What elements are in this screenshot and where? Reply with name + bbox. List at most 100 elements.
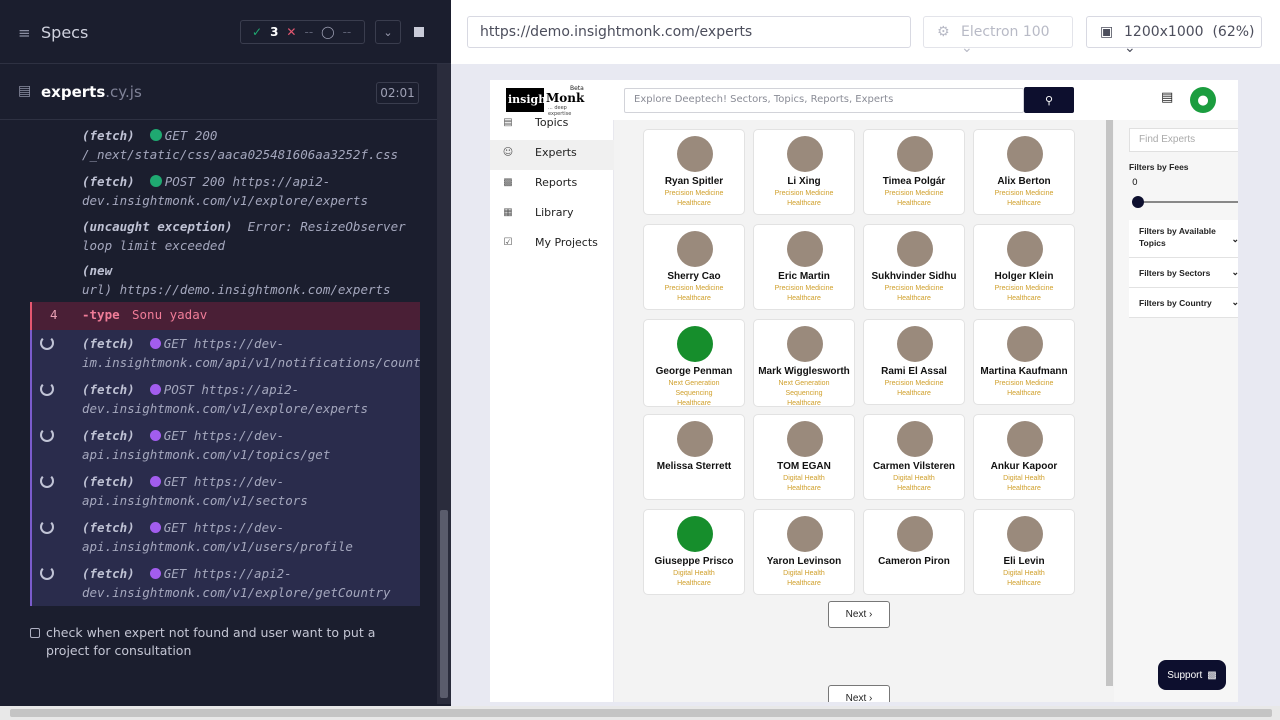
expert-avatar — [787, 516, 823, 552]
specs-title[interactable]: Specs — [41, 23, 88, 42]
expert-card[interactable]: Holger Klein Precision Medicine Healthcare — [973, 224, 1075, 310]
expert-tag: Healthcare — [677, 200, 711, 207]
next-page-button[interactable]: Next › — [828, 685, 890, 702]
command-log-scrollbar[interactable] — [437, 64, 451, 704]
sidebar-item-library[interactable]: ▦ Library — [490, 200, 614, 230]
expert-tag: Healthcare — [677, 400, 711, 407]
find-experts-input[interactable]: Find Experts — [1129, 128, 1238, 152]
stop-icon[interactable] — [406, 20, 432, 44]
expert-card[interactable]: Sukhvinder Sidhu Precision Medicine Health… — [863, 224, 965, 310]
expert-tag: Digital Health — [783, 475, 825, 482]
chevron-down-icon[interactable]: ⌄ — [375, 20, 401, 44]
url-bar[interactable]: https://demo.insightmonk.com/experts — [467, 16, 911, 48]
loading-spinner-icon — [40, 566, 54, 580]
expert-tags: Digital Health Healthcare — [644, 569, 744, 589]
sidebar-item-topics[interactable]: ▤ Topics — [490, 110, 614, 140]
log-entry[interactable]: (fetch) POST 200 https://api2- dev.insigh… — [82, 172, 422, 210]
expert-card[interactable]: Li Xing Precision Medicine Healthcare — [753, 129, 855, 215]
sidebar-item-my-projects[interactable]: ☑ My Projects — [490, 230, 614, 260]
expert-card[interactable]: Eric Martin Precision Medicine Healthcare — [753, 224, 855, 310]
file-icon: ▤ — [18, 83, 32, 99]
next-page-button[interactable]: Next › — [828, 601, 890, 628]
expert-tag: Healthcare — [897, 485, 931, 492]
status-dot-purple — [149, 338, 161, 349]
log-entry[interactable]: (fetch) GET https://dev-im.insightmonk.c… — [82, 334, 422, 372]
fees-slider-track[interactable] — [1134, 201, 1238, 203]
expert-card[interactable]: Sherry Cao Precision Medicine Healthcare — [643, 224, 745, 310]
expert-card[interactable]: Giuseppe Prisco Digital Health Healthcare — [643, 509, 745, 595]
viewport-icon: ▣ — [1100, 24, 1114, 40]
log-entry[interactable]: (fetch) POST https://api2- dev.insightmon… — [82, 380, 422, 418]
expert-avatar — [787, 231, 823, 267]
scrollbar-thumb[interactable] — [440, 510, 448, 698]
sidebar-item-experts[interactable]: ☺ Experts — [490, 140, 614, 170]
document-icon: ▤ — [503, 117, 513, 128]
fees-slider-handle[interactable] — [1132, 196, 1144, 208]
type-command-row[interactable]: 4 -type Sonu yadav — [30, 302, 420, 330]
log-entry[interactable]: (fetch) GET 200/_next/static/css/aaca025… — [82, 126, 422, 164]
filter-country-accordion[interactable]: Filters by Country ⌄ — [1129, 288, 1238, 318]
passed-count: 3 — [270, 25, 279, 39]
viewport-selector[interactable]: ▣ 1200x1000 (62%) ⌄ — [1086, 16, 1262, 56]
log-entry[interactable]: (new url) https://demo.insightmonk.com/ex… — [82, 261, 422, 299]
expert-tag: Healthcare — [897, 390, 931, 397]
failed-count: -- — [304, 25, 314, 39]
expert-card[interactable]: Alix Berton Precision Medicine Healthcare — [973, 129, 1075, 215]
expert-card[interactable]: Ryan Spitler Precision Medicine Healthcare — [643, 129, 745, 215]
specs-list-icon[interactable]: ≡ — [18, 24, 31, 42]
expert-card[interactable]: Yaron Levinson Digital Health Healthcare — [753, 509, 855, 595]
chat-icon: ▩ — [1207, 669, 1217, 681]
expert-card[interactable]: George Penman Next Generation Sequencing He… — [643, 319, 745, 407]
content-scrollbar[interactable] — [1106, 120, 1114, 702]
spec-file-name[interactable]: experts.cy.js — [41, 83, 142, 101]
expert-tags: Digital Health Healthcare — [974, 569, 1074, 589]
expert-tag: Healthcare — [787, 295, 821, 302]
search-input[interactable]: Explore Deeptech! Sectors, Topics, Repor… — [624, 88, 1024, 113]
runner-topbar: ≡ Specs ✓ 3 ✕ -- ◯ -- ⌄ — [0, 0, 451, 64]
horizontal-scrollbar[interactable] — [0, 706, 1280, 720]
log-entry[interactable]: (fetch) GET https://api2- dev.insightmonk… — [82, 564, 422, 602]
expert-name: Ankur Kapoor — [990, 461, 1058, 472]
chevron-down-icon: ⌄ — [1231, 233, 1238, 244]
log-entry[interactable]: (fetch) GET https://dev-api.insightmonk.… — [82, 518, 422, 556]
display-icon[interactable]: ▤ — [1161, 90, 1173, 105]
browser-selector[interactable]: ⚙ Electron 100 ⌄ — [923, 16, 1073, 56]
expert-name: Mark Wigglesworth — [758, 366, 850, 377]
expert-card[interactable]: Mark Wigglesworth Next Generation Sequenci… — [753, 319, 855, 407]
expert-card[interactable]: Eli Levin Digital Health Healthcare — [973, 509, 1075, 595]
expert-card[interactable]: Cameron Piron — [863, 509, 965, 595]
expert-card[interactable]: Timea Polgár Precision Medicine Healthcare — [863, 129, 965, 215]
sidebar-item-reports[interactable]: ▩ Reports — [490, 170, 614, 200]
expert-card[interactable]: Ankur Kapoor Digital Health Healthcare — [973, 414, 1075, 500]
expert-card[interactable]: Rami El Assal Precision Medicine Healthcar… — [863, 319, 965, 405]
log-entry[interactable]: (fetch) GET https://dev-api.insightmonk.… — [82, 472, 422, 510]
log-entry[interactable]: (uncaught exception) Error: ResizeObserv… — [82, 217, 422, 255]
expert-card[interactable]: Melissa Sterrett — [643, 414, 745, 500]
search-button[interactable]: ⚲ — [1024, 87, 1074, 113]
log-entry[interactable]: (fetch) GET https://dev-api.insightmonk.… — [82, 426, 422, 464]
expert-avatar — [677, 421, 713, 457]
status-dot-purple — [149, 522, 161, 533]
expert-tag: Precision Medicine — [884, 380, 944, 387]
filter-topics-accordion[interactable]: Filters by Available Topics ⌄ — [1129, 220, 1238, 258]
expert-tags: Next Generation Sequencing Healthcare — [644, 379, 744, 409]
expert-tag: Healthcare — [677, 580, 711, 587]
expert-tag: Precision Medicine — [664, 285, 724, 292]
expert-card[interactable]: Martina Kaufmann Precision Medicine Health… — [973, 319, 1075, 405]
expert-card[interactable]: TOM EGAN Digital Health Healthcare — [753, 414, 855, 500]
scrollbar-thumb[interactable] — [10, 709, 1272, 717]
chevron-down-icon: ⌄ — [1231, 266, 1238, 277]
expert-tag: Healthcare — [677, 295, 711, 302]
expert-card[interactable]: Carmen Vilsteren Digital Health Healthcare — [863, 414, 965, 500]
expert-tags: Digital Health Healthcare — [864, 474, 964, 494]
sidebar: ▤ Topics ☺ Experts ▩ Reports ▦ Library ☑ My P… — [490, 116, 614, 702]
scrollbar-thumb[interactable] — [1106, 120, 1113, 686]
user-avatar[interactable]: ● — [1190, 87, 1216, 113]
filter-sectors-accordion[interactable]: Filters by Sectors ⌄ — [1129, 258, 1238, 288]
expert-avatar — [677, 136, 713, 172]
expert-name: Cameron Piron — [878, 556, 950, 567]
expert-tag: Healthcare — [787, 400, 821, 407]
support-button[interactable]: Support ▩ — [1158, 660, 1226, 690]
expert-tag: Precision Medicine — [994, 190, 1054, 197]
expert-name: Timea Polgár — [882, 176, 946, 187]
